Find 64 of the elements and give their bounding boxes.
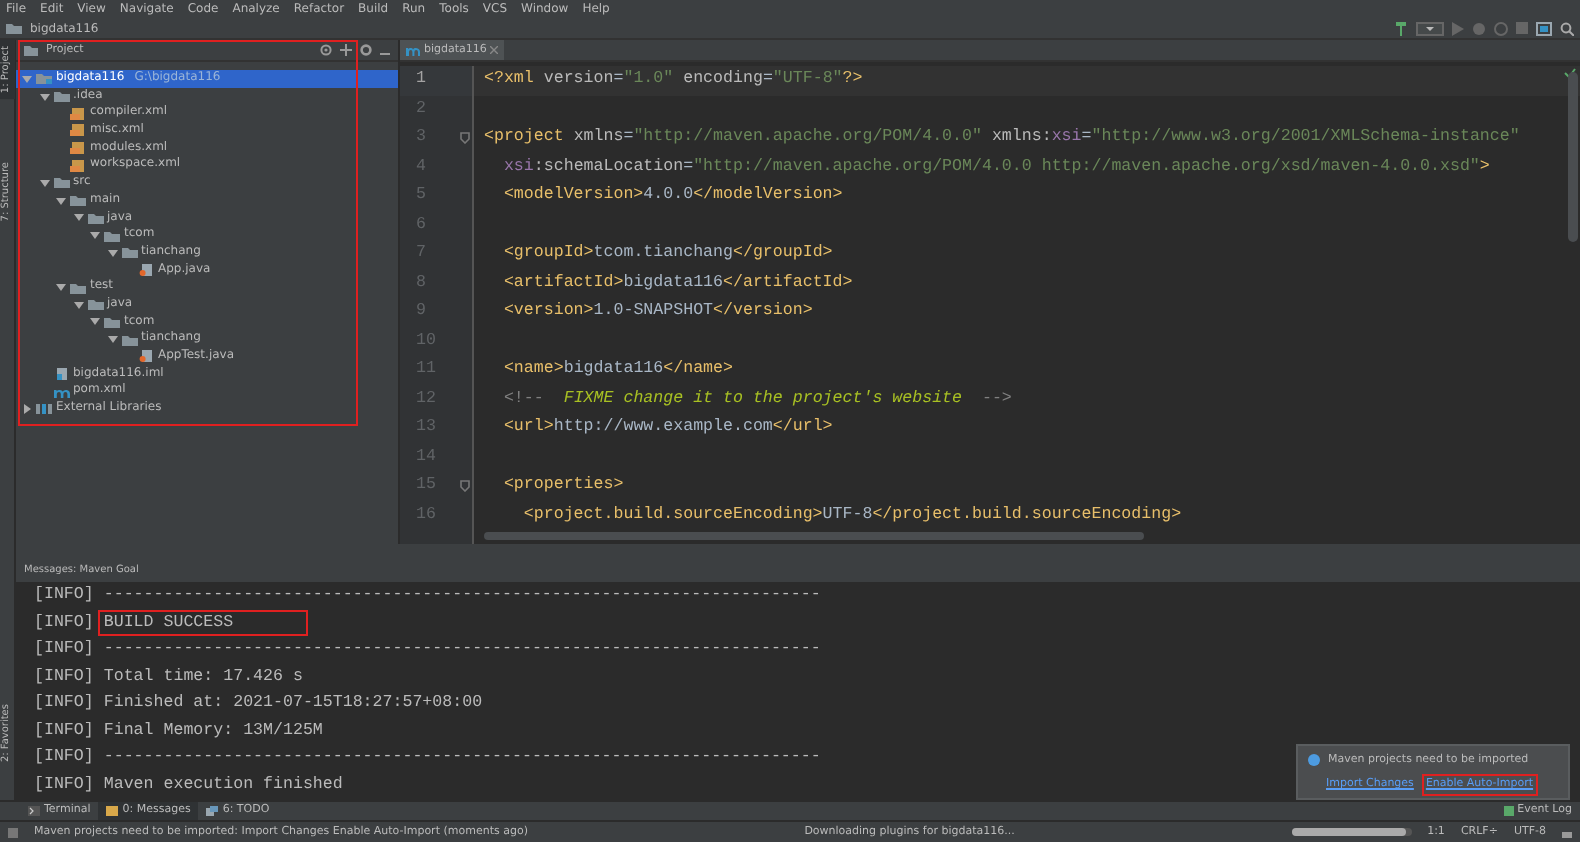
- collapse-arrow-icon[interactable]: [107, 334, 117, 345]
- log-level: [INFO]: [34, 586, 94, 604]
- log-level: [INFO]: [34, 748, 94, 766]
- collapse-arrow-icon[interactable]: [39, 91, 49, 102]
- code-line: <?xml version="1.0" encoding="UTF-8"?>: [484, 70, 863, 88]
- dropdown-icon[interactable]: [1416, 21, 1444, 35]
- info-icon: [1308, 754, 1320, 767]
- code-line: <artifactId>bigdata116</artifactId>: [501, 273, 853, 291]
- maven-icon: [406, 45, 420, 55]
- log-level: [INFO]: [34, 721, 94, 739]
- code-line: <modelVersion>4.0.0</modelVersion>: [501, 186, 843, 204]
- java-file-icon: [138, 263, 154, 276]
- fold-icon[interactable]: [460, 132, 470, 145]
- collapse-arrow-icon[interactable]: [73, 212, 83, 223]
- log-level: [INFO]: [34, 694, 94, 712]
- code-line: <groupId>tcom.tianchang</groupId>: [501, 244, 833, 262]
- expand-arrow-icon[interactable]: [22, 403, 32, 414]
- terminal-icon: [28, 806, 40, 816]
- log-level: [INFO]: [34, 775, 94, 793]
- code-line: <project xmlns="http://maven.apache.org/POM/4.0.0" xmlns:xsi="http://www.w3.org/2001/XMLSchema-instance": [484, 128, 1520, 146]
- java-file-icon: [138, 350, 154, 363]
- log-message: Maven execution finished: [103, 775, 343, 793]
- log-message: Finished at: 2021-07-15T18:27:57+08:00: [103, 694, 483, 712]
- gutter-row: 1: [400, 66, 472, 95]
- code-line: <project.build.sourceEncoding>UTF-8</project.build.sourceEncoding>: [521, 505, 1182, 523]
- log-message: ------------------------------------------------------------------------: [103, 586, 821, 604]
- code-line: <properties>: [501, 476, 624, 494]
- log-message: Final Memory: 13M/125M: [103, 721, 323, 739]
- message-icon: [106, 806, 119, 816]
- log-message: ------------------------------------------------------------------------: [103, 640, 821, 658]
- log-level: [INFO]: [34, 613, 94, 631]
- collapse-arrow-icon[interactable]: [22, 73, 32, 84]
- log-message: Total time: 17.426 s: [103, 667, 303, 685]
- log-level: [INFO]: [34, 640, 94, 658]
- maven-icon: [53, 385, 69, 398]
- collapse-arrow-icon[interactable]: [107, 247, 117, 258]
- target-icon[interactable]: [320, 44, 332, 56]
- library-icon: [36, 402, 52, 415]
- code-line: <url>http://www.example.com</url>: [501, 418, 833, 436]
- log-message: BUILD SUCCESS: [97, 609, 308, 635]
- code-line: <name>bigdata116</name>: [501, 360, 733, 378]
- event-log-icon: [1503, 806, 1514, 816]
- log-level: [INFO]: [34, 667, 94, 685]
- search-icon[interactable]: [1560, 21, 1574, 35]
- log-message: ------------------------------------------------------------------------: [103, 748, 821, 766]
- collapse-arrow-icon[interactable]: [39, 177, 49, 188]
- collapse-arrow-icon[interactable]: [90, 316, 100, 327]
- list-icon: [206, 806, 219, 816]
- close-icon[interactable]: [490, 46, 499, 54]
- collapse-arrow-icon[interactable]: [56, 282, 66, 293]
- folder-icon: [36, 72, 52, 85]
- code-line: xsi:schemaLocation="http://maven.apache.org/POM/4.0.0 http://maven.apache.org/xsd/maven-4.0.0.xsd">: [501, 157, 1490, 175]
- scrollbar[interactable]: [1568, 72, 1578, 242]
- scrollbar[interactable]: [484, 532, 1144, 540]
- lock-icon[interactable]: [1561, 827, 1572, 837]
- collapse-arrow-icon[interactable]: [73, 299, 83, 310]
- status-icon: [8, 827, 18, 837]
- code-line: <!-- FIXME change it to the project's website -->: [501, 389, 1012, 407]
- collapse-arrow-icon[interactable]: [90, 230, 100, 241]
- file-icon: [53, 368, 69, 381]
- code-line: <version>1.0-SNAPSHOT</version>: [501, 302, 813, 320]
- project-structure-icon[interactable]: [1536, 21, 1552, 35]
- fold-icon[interactable]: [460, 480, 470, 493]
- collapse-arrow-icon[interactable]: [56, 195, 66, 206]
